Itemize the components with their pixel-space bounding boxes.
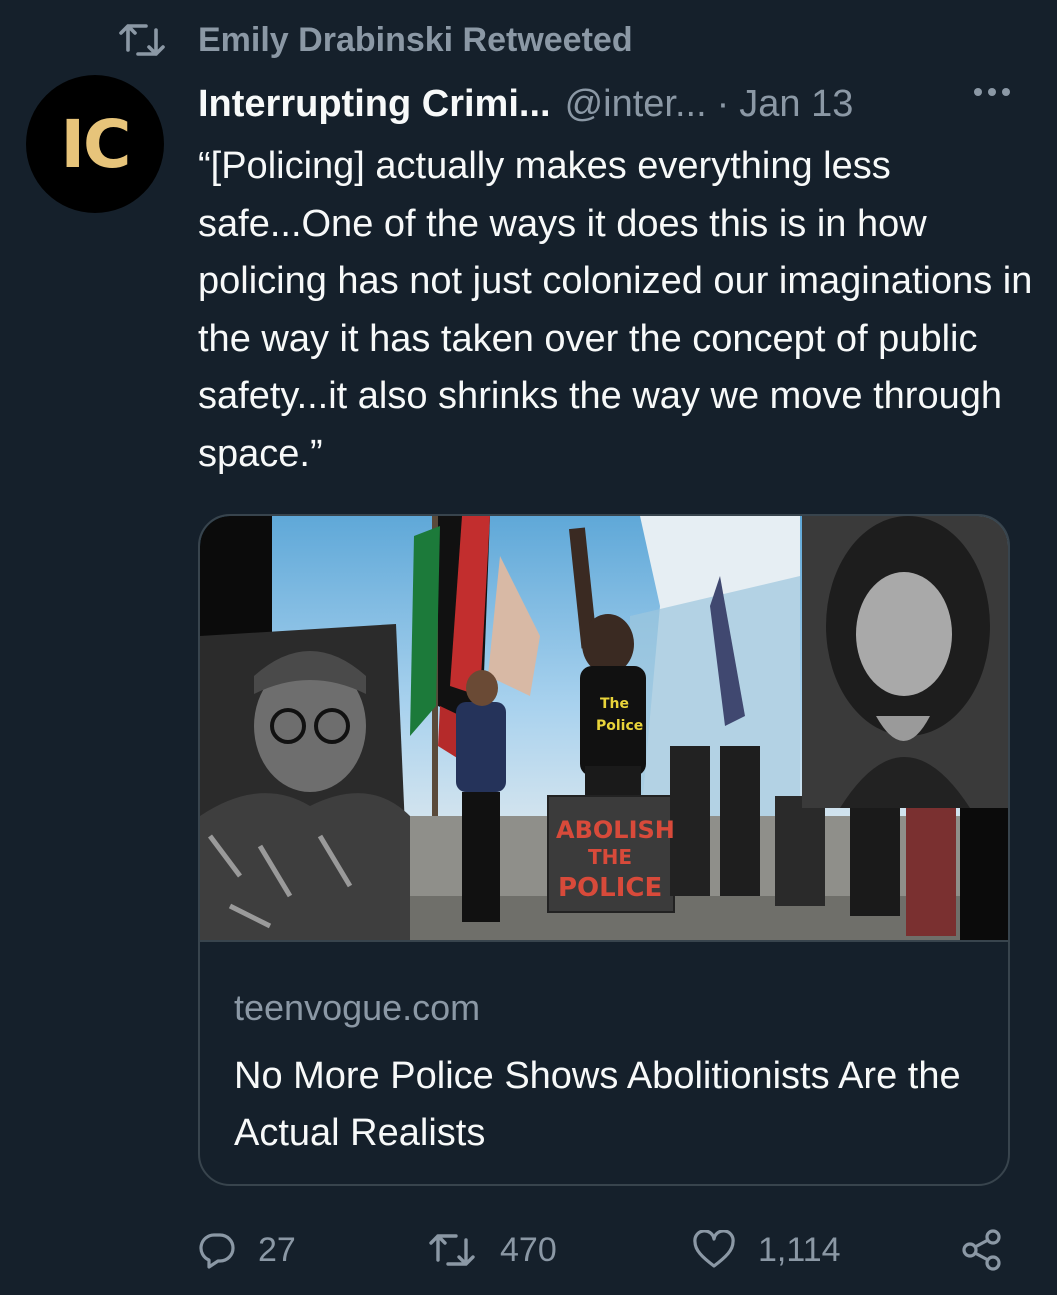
- reply-count: 27: [258, 1230, 296, 1269]
- link-card[interactable]: The Police ABOLISH THE POLICE teenvogue.…: [198, 514, 1010, 1186]
- author-handle[interactable]: @inter...: [565, 83, 707, 126]
- card-body: teenvogue.com No More Police Shows Aboli…: [200, 940, 1008, 1184]
- tweet-header: Interrupting Crimi... @inter... · Jan 13: [198, 78, 1018, 130]
- card-title: No More Police Shows Abolitionists Are t…: [234, 1055, 961, 1154]
- card-image: The Police ABOLISH THE POLICE: [200, 516, 1008, 940]
- social-context: Emily Drabinski Retweeted: [118, 18, 633, 62]
- reply-button[interactable]: 27: [198, 1222, 296, 1278]
- sign-line-3: POLICE: [558, 873, 662, 903]
- share-icon: [962, 1229, 1001, 1271]
- like-count: 1,114: [758, 1230, 841, 1269]
- retweet-icon: [429, 1234, 475, 1266]
- avatar-letters: IC: [60, 105, 132, 183]
- card-image-text: The Police ABOLISH THE POLICE: [556, 696, 675, 903]
- shirt-line-1: The: [600, 696, 629, 712]
- tweet-date[interactable]: Jan 13: [739, 83, 853, 126]
- retweet-icon: [119, 24, 165, 56]
- tweet-actions: 27 470 1,114: [198, 1222, 1018, 1278]
- separator-dot: ·: [716, 82, 730, 125]
- sign-line-1: ABOLISH: [556, 816, 675, 844]
- avatar[interactable]: IC: [26, 75, 164, 213]
- author-display-name[interactable]: Interrupting Crimi...: [198, 83, 551, 126]
- reply-icon: [199, 1233, 235, 1269]
- tweet[interactable]: Emily Drabinski Retweeted IC Interruptin…: [0, 0, 1057, 1295]
- card-domain: teenvogue.com: [234, 987, 481, 1028]
- retweet-count: 470: [500, 1230, 557, 1269]
- like-button[interactable]: 1,114: [692, 1222, 841, 1278]
- sign-line-2: THE: [588, 845, 632, 869]
- retweet-button[interactable]: 470: [426, 1222, 557, 1278]
- retweeter-name[interactable]: Emily Drabinski Retweeted: [198, 21, 633, 60]
- more-icon[interactable]: [974, 88, 1010, 96]
- share-button[interactable]: [960, 1222, 1026, 1278]
- tweet-text: “[Policing] actually makes everything le…: [198, 145, 1033, 475]
- shirt-line-2: Police: [596, 718, 643, 734]
- like-icon: [693, 1230, 735, 1268]
